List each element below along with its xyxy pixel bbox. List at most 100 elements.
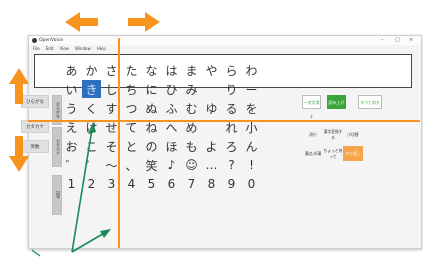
kana-key[interactable]: 、 (122, 156, 141, 174)
redo-button[interactable]: やり直し (343, 146, 363, 161)
kana-key[interactable]: て (122, 118, 141, 136)
kana-key[interactable]: な (142, 61, 161, 79)
kana-key[interactable]: の (142, 137, 161, 155)
kana-key[interactable]: あ (62, 61, 81, 79)
kana-key[interactable]: 0 (242, 175, 261, 193)
app-icon (32, 38, 37, 43)
katakana-mode-button[interactable]: カタカナ (21, 120, 49, 133)
kana-key[interactable]: 小 (242, 118, 261, 136)
menu-view[interactable]: View (59, 45, 69, 52)
kana-key[interactable]: ゛ (62, 156, 81, 174)
newline-button[interactable]: 改行 (303, 127, 323, 142)
kana-key[interactable]: み (182, 80, 201, 98)
kana-key[interactable]: 〜 (102, 156, 121, 174)
kana-key[interactable]: え (62, 118, 81, 136)
kana-key[interactable]: く (82, 99, 101, 117)
kana-key[interactable] (202, 80, 221, 98)
maximize-icon[interactable]: □ (395, 36, 400, 45)
kana-key[interactable]: け (82, 118, 101, 136)
kana-key[interactable]: め (182, 118, 201, 136)
kana-key[interactable]: た (122, 61, 141, 79)
kana-key[interactable]: ー (242, 80, 261, 98)
kana-key[interactable]: き (82, 80, 101, 98)
kana-key[interactable]: 8 (202, 175, 221, 193)
kana-key[interactable]: つ (122, 99, 141, 117)
kana-key[interactable]: か (82, 61, 101, 79)
kana-key[interactable]: し (102, 80, 121, 98)
delete-char-button[interactable]: 一文字消す (302, 95, 321, 119)
dakuten-button[interactable]: 濁点/半濁 (303, 146, 323, 161)
kana-key[interactable]: も (182, 137, 201, 155)
kana-key[interactable]: る (222, 99, 241, 117)
menu-file[interactable]: File (33, 45, 40, 52)
kana-key[interactable]: ら (222, 61, 241, 79)
kana-key[interactable]: ろ (222, 137, 241, 155)
kana-key[interactable]: ☺ (182, 156, 201, 174)
kana-key[interactable]: す (102, 99, 121, 117)
tab-katakana[interactable]: カタカナ (52, 127, 62, 167)
kana-key[interactable]: ほ (162, 137, 181, 155)
kana-key[interactable]: む (182, 99, 201, 117)
kana-key[interactable]: ♪ (162, 156, 181, 174)
kana-key[interactable]: 1 (62, 175, 81, 193)
title-bar: OpenVoice – □ × (29, 36, 421, 45)
kana-key[interactable]: は (162, 61, 181, 79)
kana-key[interactable]: お (62, 137, 81, 155)
kana-key[interactable]: ? (222, 156, 241, 174)
menu-bar: File Edit View Window Help (29, 45, 421, 52)
menu-edit[interactable]: Edit (46, 45, 54, 52)
arrow-right-icon (128, 12, 160, 32)
hiragana-mode-button[interactable]: ひらがな (21, 95, 49, 108)
small-kana-button[interactable]: 小切替 (343, 127, 363, 142)
kana-key[interactable]: 7 (182, 175, 201, 193)
kana-key[interactable]: い (62, 80, 81, 98)
kana-key[interactable]: よ (202, 137, 221, 155)
clear-all-button[interactable]: すべて消す (358, 95, 382, 109)
kana-key[interactable]: ね (142, 118, 161, 136)
kana-key[interactable]: ち (122, 80, 141, 98)
speak-button[interactable]: 読み上げ (327, 95, 346, 109)
kana-key[interactable]: れ (222, 118, 241, 136)
menu-help[interactable]: Help (97, 45, 106, 52)
kana-key[interactable]: … (202, 156, 221, 174)
alnum-mode-button[interactable]: 英数 (21, 140, 49, 153)
kana-key[interactable]: ひ (162, 80, 181, 98)
kana-keyboard: あかさたなはまやらわいきしちにひみ りーうくすつぬふむゆるをえけせてねへめ れ小おこ… (62, 61, 262, 194)
kana-key[interactable]: 2 (82, 175, 101, 193)
tab-hiragana[interactable]: ひらがな (52, 95, 62, 125)
kana-key[interactable]: わ (242, 61, 261, 79)
kana-key[interactable]: 3 (102, 175, 121, 193)
kana-key[interactable]: ん (242, 137, 261, 155)
kana-key[interactable]: ま (182, 61, 201, 79)
kana-key[interactable]: や (202, 61, 221, 79)
kana-key[interactable]: ゆ (202, 99, 221, 117)
kana-key[interactable]: そ (102, 137, 121, 155)
kana-key[interactable]: と (122, 137, 141, 155)
kana-key[interactable]: に (142, 80, 161, 98)
pointer-tail (31, 249, 41, 257)
close-icon[interactable]: × (409, 36, 413, 45)
kana-key[interactable]: せ (102, 118, 121, 136)
kana-key[interactable]: さ (102, 61, 121, 79)
minimize-icon[interactable]: – (381, 36, 384, 45)
kana-key[interactable]: う (62, 99, 81, 117)
kana-key[interactable]: 4 (122, 175, 141, 193)
kanji-convert-button[interactable]: 漢字変換する (323, 127, 343, 142)
kana-key[interactable]: 5 (142, 175, 161, 193)
kana-key[interactable]: ! (242, 156, 261, 174)
tab-symbols[interactable]: 記号 (52, 175, 62, 215)
kana-key[interactable]: を (242, 99, 261, 117)
kana-key[interactable]: ぬ (142, 99, 161, 117)
kana-key[interactable]: ふ (162, 99, 181, 117)
wait-phrase-button[interactable]: ちょっと待って (323, 146, 343, 161)
kana-key[interactable]: ゜ (82, 156, 101, 174)
kana-key[interactable]: り (222, 80, 241, 98)
kana-key[interactable] (202, 118, 221, 136)
menu-window[interactable]: Window (75, 45, 91, 52)
kana-key[interactable]: 笑 (142, 156, 161, 174)
kana-key[interactable]: 6 (162, 175, 181, 193)
arrow-left-icon (65, 12, 98, 32)
kana-key[interactable]: こ (82, 137, 101, 155)
kana-key[interactable]: 9 (222, 175, 241, 193)
kana-key[interactable]: へ (162, 118, 181, 136)
